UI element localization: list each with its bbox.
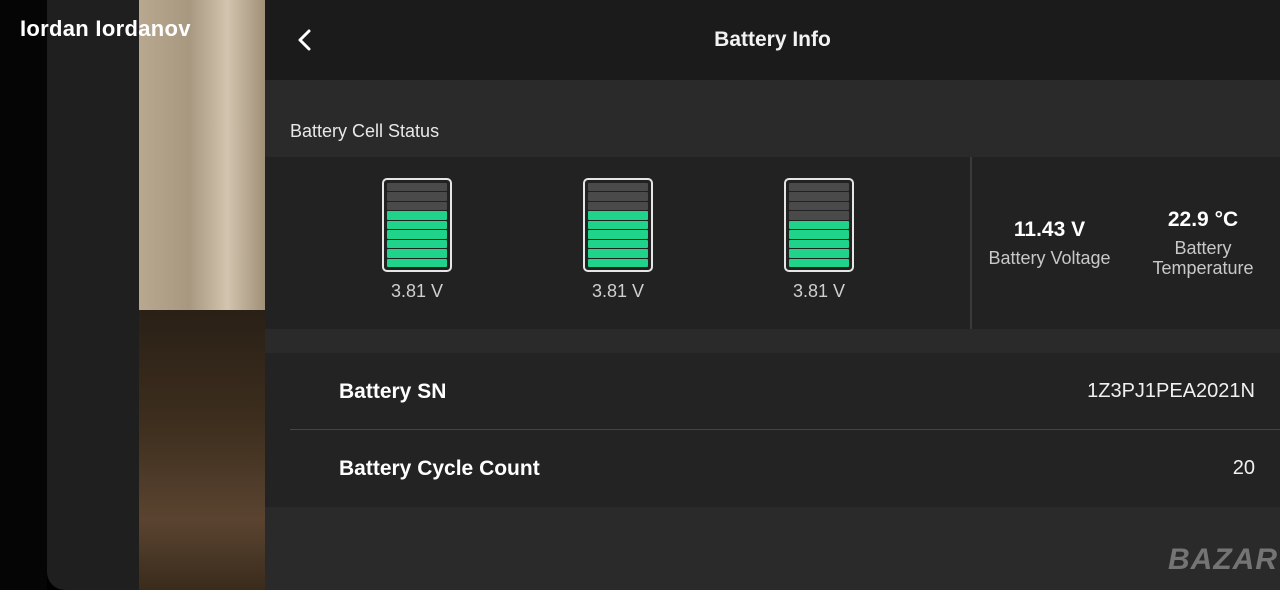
cell-status-area: 3.81 V 3.81 V 3.81 V [265, 157, 970, 329]
battery-sn-value: 1Z3PJ1PEA2021N [1087, 380, 1255, 402]
battery-level-bar [789, 183, 849, 192]
battery-cycle-row: Battery Cycle Count 20 [265, 430, 1280, 507]
battery-level-bar [789, 258, 849, 267]
battery-level-bar [387, 211, 447, 220]
battery-level-bar [387, 249, 447, 258]
owner-name: Iordan Iordanov [20, 16, 191, 41]
battery-cycle-value: 20 [1232, 457, 1255, 479]
battery-level-bar [387, 239, 447, 249]
battery-cycle-label: Battery Cycle Count [339, 457, 540, 480]
battery-sn-row: Battery SN 1Z3PJ1PEA2021N [265, 353, 1280, 430]
back-button[interactable] [287, 22, 323, 58]
battery-voltage-stat: 11.43 V Battery Voltage [972, 218, 1127, 268]
cell-2: 3.81 V [581, 178, 655, 302]
battery-info-panel: Battery Info Battery Cell Status 3.81 V … [265, 0, 1280, 590]
battery-level-bar [588, 230, 648, 239]
battery-level-bar [387, 230, 447, 239]
page-title: Battery Info [714, 28, 831, 51]
battery-temperature-stat: 22.9 °C Battery Temperature [1137, 208, 1269, 278]
chevron-left-icon [298, 29, 311, 51]
battery-level-bar [387, 258, 447, 267]
cell-1: 3.81 V [380, 178, 454, 302]
battery-level-bar [588, 211, 648, 220]
battery-level-bar [789, 192, 849, 201]
battery-level-bar [588, 258, 648, 267]
battery-level-bar [588, 201, 648, 211]
battery-level-bar [588, 183, 648, 192]
battery-level-bar [789, 211, 849, 220]
battery-temperature-value: 22.9 °C [1167, 208, 1239, 231]
battery-level-bar [588, 192, 648, 201]
battery-level-bar [789, 239, 849, 249]
cell-3: 3.81 V [782, 178, 856, 302]
battery-level-bar [588, 239, 648, 249]
battery-temperature-label: Battery Temperature [1152, 238, 1254, 278]
battery-voltage-label: Battery Voltage [988, 248, 1111, 268]
background-floor [139, 310, 265, 590]
battery-sn-label: Battery SN [339, 380, 447, 403]
battery-icon [382, 178, 452, 272]
background-device-edge [47, 0, 139, 590]
battery-level-bar [789, 201, 849, 211]
background-wall [139, 0, 265, 310]
battery-level-bar [387, 192, 447, 201]
battery-icon [583, 178, 653, 272]
cell-voltage: 3.81 V [792, 281, 846, 301]
cell-voltage: 3.81 V [390, 281, 444, 301]
battery-icon [784, 178, 854, 272]
battery-level-bar [387, 201, 447, 211]
app-header: Battery Info [265, 0, 1280, 80]
battery-level-bar [789, 249, 849, 258]
battery-level-bar [387, 220, 447, 230]
cell-status-heading: Battery Cell Status [290, 121, 440, 141]
battery-level-bar [789, 220, 849, 230]
battery-level-bar [588, 220, 648, 230]
battery-stats-area: 11.43 V Battery Voltage 22.9 °C Battery … [972, 157, 1280, 329]
battery-level-bar [588, 249, 648, 258]
battery-voltage-value: 11.43 V [1013, 218, 1086, 241]
battery-info-list: Battery SN 1Z3PJ1PEA2021N Battery Cycle … [265, 353, 1280, 507]
background-left [0, 0, 47, 590]
battery-level-bar [789, 230, 849, 239]
cell-voltage: 3.81 V [591, 281, 645, 301]
watermark-logo: BAZAR [1168, 543, 1278, 576]
battery-level-bar [387, 183, 447, 192]
